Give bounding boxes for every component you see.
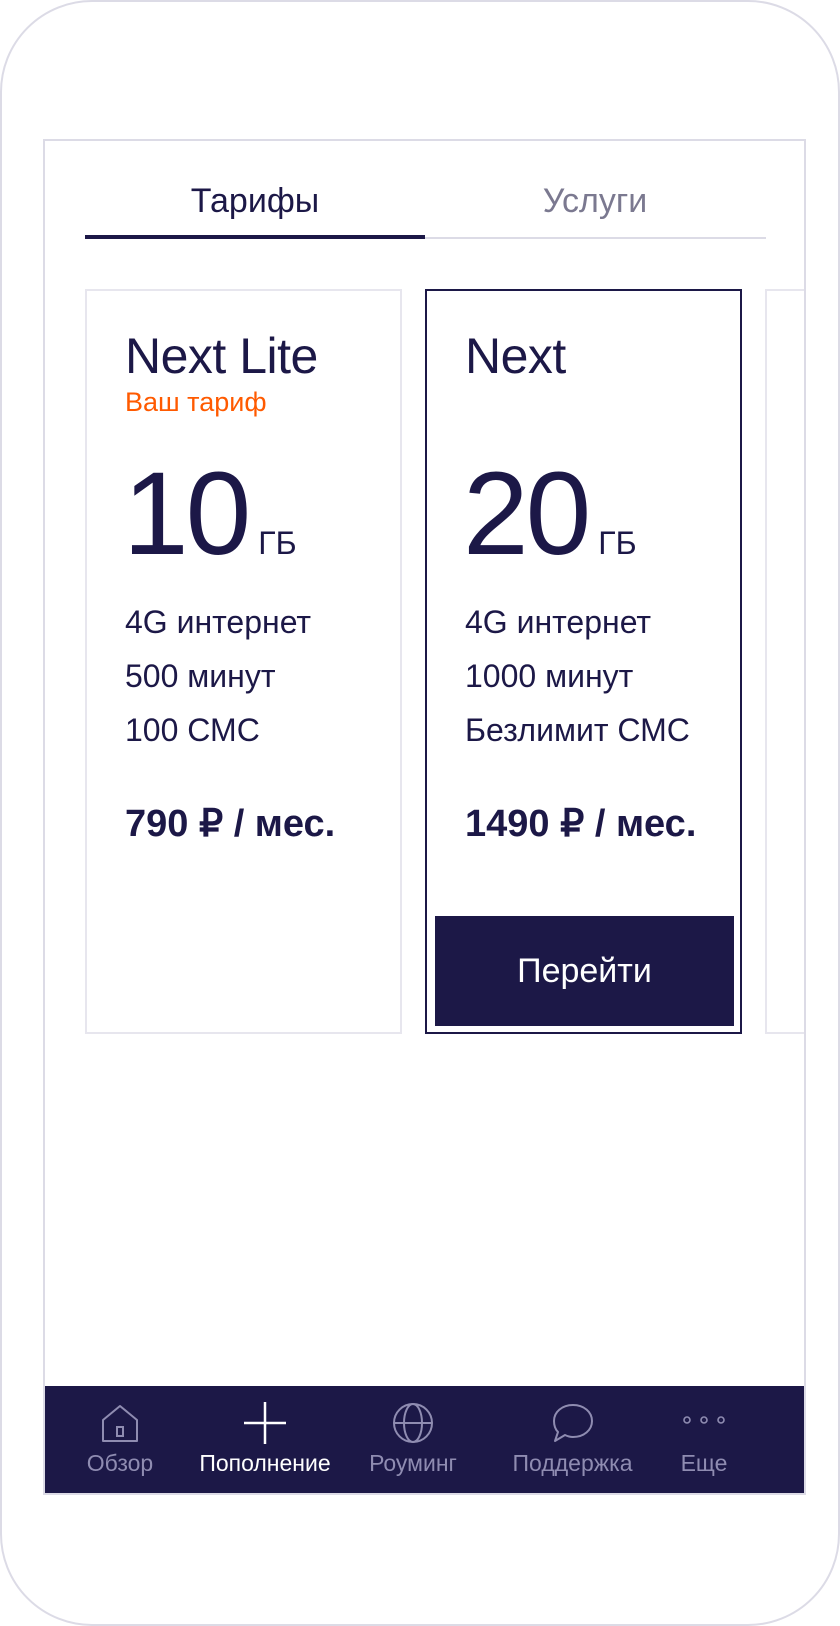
data-allowance: 20 ГБ [463, 449, 637, 579]
switch-tariff-button[interactable]: Перейти [435, 916, 734, 1026]
current-tariff-badge: Ваш тариф [125, 387, 267, 417]
nav-topup[interactable]: Пополнение [190, 1386, 340, 1493]
tariff-price: 1490 ₽ / мес. [465, 803, 697, 845]
home-icon [102, 1405, 138, 1442]
nav-label: Еще [680, 1450, 728, 1476]
tab-tariffs[interactable]: Тарифы [85, 171, 425, 239]
tariff-card-next[interactable]: Next 20 ГБ 4G интернет 1000 минут Безлими… [425, 289, 742, 1034]
feature-sms: 100 СМС [125, 712, 260, 748]
tariff-name: Next Lite [125, 328, 318, 384]
app-screen: Тарифы Услуги Next Lite Ваш тариф 10 ГБ 4… [43, 139, 806, 1495]
feature-minutes: 1000 минут [465, 658, 634, 694]
data-amount: 20 [463, 448, 591, 580]
nav-more[interactable]: Еще [629, 1386, 779, 1493]
feature-list: 4G интернет 500 минут 100 СМС [125, 595, 311, 757]
more-dots-icon [683, 1416, 725, 1424]
nav-label: Обзор [86, 1450, 154, 1476]
chat-bubble-icon [552, 1404, 593, 1442]
nav-overview[interactable]: Обзор [45, 1386, 195, 1493]
nav-label: Роуминг [369, 1450, 457, 1476]
data-unit: ГБ [598, 525, 637, 561]
tab-services[interactable]: Услуги [425, 171, 765, 239]
plus-icon [244, 1402, 286, 1444]
tab-active-indicator [85, 235, 425, 239]
tariff-card-next-lite[interactable]: Next Lite Ваш тариф 10 ГБ 4G интернет 500… [85, 289, 402, 1034]
feature-list: 4G интернет 1000 минут Безлимит СМС [465, 595, 690, 757]
feature-internet: 4G интернет [125, 604, 312, 640]
tariff-name: Next [465, 328, 566, 384]
tariff-card-next-partial[interactable] [765, 289, 804, 1034]
feature-minutes: 500 минут [125, 658, 276, 694]
data-allowance: 10 ГБ [123, 449, 297, 579]
nav-label: Пополнение [199, 1450, 331, 1476]
nav-roaming[interactable]: Роуминг [338, 1386, 488, 1493]
data-amount: 10 [123, 448, 251, 580]
data-unit: ГБ [258, 525, 297, 561]
tariff-price: 790 ₽ / мес. [125, 803, 336, 845]
feature-sms: Безлимит СМС [465, 712, 690, 748]
feature-internet: 4G интернет [465, 604, 652, 640]
phone-frame: Тарифы Услуги Next Lite Ваш тариф 10 ГБ 4… [0, 0, 840, 1626]
bottom-nav: Обзор Пополнение Роуминг Поддержка Еще [45, 1386, 804, 1493]
globe-icon [393, 1403, 433, 1443]
tab-bar: Тарифы Услуги [85, 171, 766, 239]
